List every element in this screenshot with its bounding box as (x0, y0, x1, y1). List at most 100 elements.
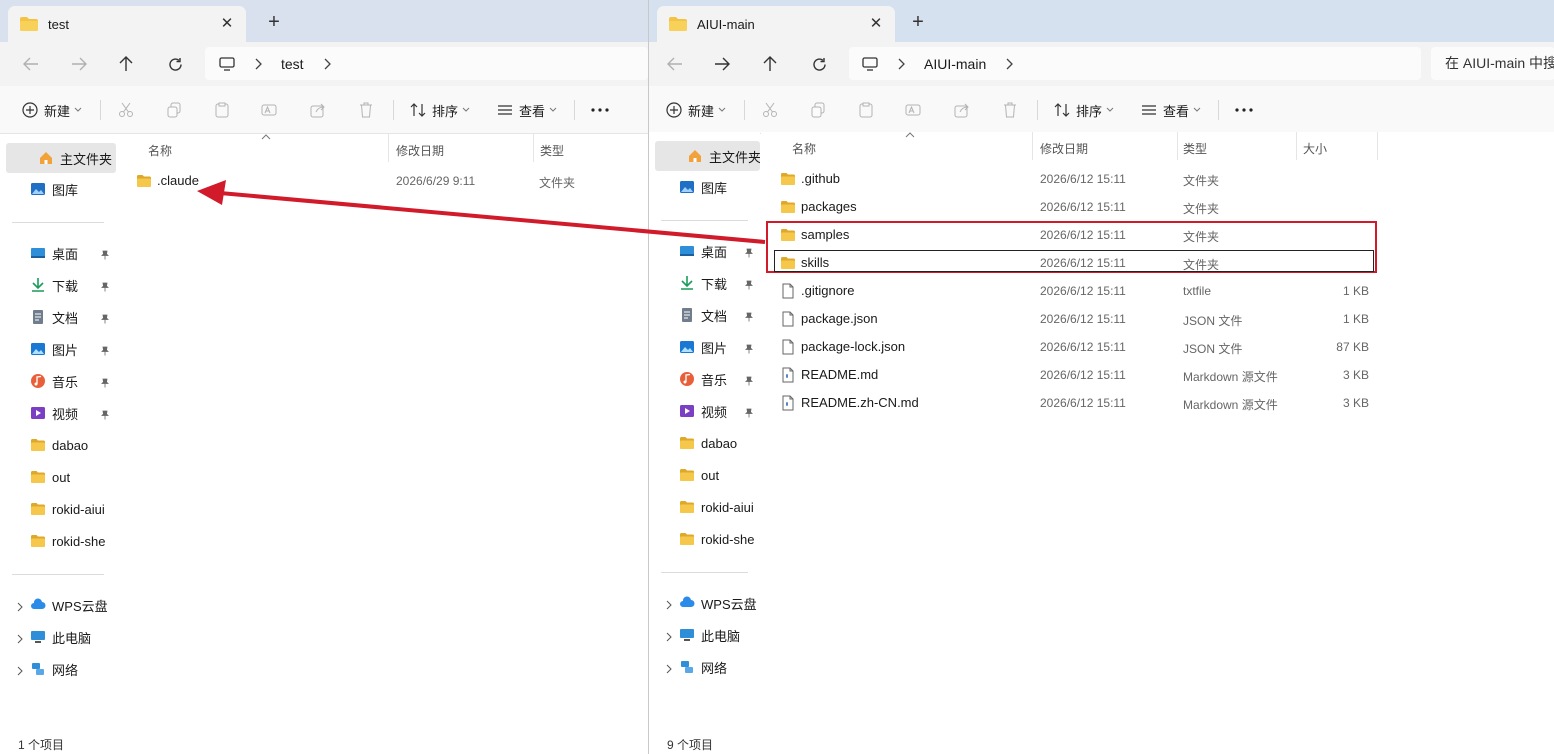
chevron-right-icon[interactable] (322, 57, 332, 71)
breadcrumb-test[interactable]: test (281, 56, 304, 72)
chevron-right-icon[interactable] (16, 600, 24, 612)
sidebar-item-folder[interactable]: rokid-aiui (679, 492, 758, 522)
column-header-modified[interactable]: 修改日期 (396, 142, 444, 159)
pin-icon[interactable] (100, 408, 110, 420)
forward-icon[interactable] (710, 52, 734, 76)
sort-button[interactable]: 排序 (1054, 98, 1114, 122)
sidebar-item-folder[interactable]: rokid-she (679, 524, 758, 554)
chevron-right-icon[interactable] (16, 632, 24, 644)
share-button[interactable] (310, 98, 326, 122)
back-icon[interactable] (19, 52, 43, 76)
delete-button[interactable] (1002, 98, 1018, 122)
sort-button[interactable]: 排序 (410, 98, 470, 122)
more-options-icon[interactable] (591, 98, 609, 122)
sidebar-item-folder[interactable]: out (679, 460, 758, 490)
rename-button[interactable] (905, 98, 921, 122)
pin-icon[interactable] (744, 310, 754, 322)
new-button[interactable]: 新建 (666, 98, 726, 122)
file-row[interactable]: README.zh-CN.md 2026/6/12 15:11 Markdown 源… (761, 390, 1377, 416)
sidebar-item-home[interactable]: 主文件夹 (655, 141, 760, 171)
file-row[interactable]: package.json 2026/6/12 15:11 JSON 文件 1 KB (761, 306, 1377, 332)
sidebar-item-documents[interactable]: 文档 (679, 300, 734, 330)
new-button[interactable]: 新建 (22, 98, 82, 122)
file-row[interactable]: .gitignore 2026/6/12 15:11 txtfile 1 KB (761, 278, 1377, 304)
copy-button[interactable] (810, 98, 826, 122)
sidebar-item-folder[interactable]: rokid-she (30, 526, 114, 556)
pin-icon[interactable] (100, 248, 110, 260)
sidebar-item-this-pc[interactable]: 此电脑 (679, 620, 758, 650)
more-options-icon[interactable] (1235, 98, 1253, 122)
search-input[interactable]: 在 AIUI-main 中搜 (1431, 47, 1554, 80)
column-header-type[interactable]: 类型 (540, 142, 564, 159)
sidebar-item-pictures[interactable]: 图片 (679, 332, 734, 362)
cut-button[interactable] (762, 98, 778, 122)
sidebar-item-documents[interactable]: 文档 (30, 302, 90, 332)
pin-icon[interactable] (744, 342, 754, 354)
delete-button[interactable] (358, 98, 374, 122)
column-header-name[interactable]: 名称 (148, 142, 172, 159)
file-row[interactable]: package-lock.json 2026/6/12 15:11 JSON 文件 8… (761, 334, 1377, 360)
sidebar-item-desktop[interactable]: 桌面 (30, 238, 90, 268)
up-icon[interactable] (114, 52, 138, 76)
sidebar-item-this-pc[interactable]: 此电脑 (30, 622, 114, 652)
file-row[interactable]: .claude 2026/6/29 9:11 文件夹 (117, 168, 637, 194)
sidebar-item-folder[interactable]: rokid-aiui (30, 494, 114, 524)
sidebar-item-home[interactable]: 主文件夹 (6, 143, 116, 173)
close-tab-icon[interactable]: ✕ (218, 15, 236, 33)
address-bar[interactable]: test (205, 47, 648, 80)
sidebar-item-wps-cloud[interactable]: WPS云盘 (679, 588, 758, 618)
chevron-right-icon[interactable] (665, 662, 673, 674)
chevron-right-icon[interactable] (16, 664, 24, 676)
pin-icon[interactable] (744, 374, 754, 386)
tab-aiui-main[interactable]: AIUI-main ✕ (657, 6, 895, 42)
rename-button[interactable] (261, 98, 277, 122)
pin-icon[interactable] (744, 246, 754, 258)
pin-icon[interactable] (744, 406, 754, 418)
column-header-size[interactable]: 大小 (1303, 140, 1327, 157)
sidebar-item-network[interactable]: 网络 (679, 652, 758, 682)
sidebar-item-downloads[interactable]: 下载 (679, 268, 734, 298)
refresh-icon[interactable] (163, 52, 187, 76)
pin-icon[interactable] (744, 278, 754, 290)
pin-icon[interactable] (100, 376, 110, 388)
sidebar-item-desktop[interactable]: 桌面 (679, 236, 734, 266)
sidebar-item-music[interactable]: 音乐 (679, 364, 734, 394)
refresh-icon[interactable] (807, 52, 831, 76)
forward-icon[interactable] (67, 52, 91, 76)
close-tab-icon[interactable]: ✕ (867, 15, 885, 33)
sidebar-item-folder[interactable]: dabao (30, 430, 114, 460)
chevron-right-icon[interactable] (665, 598, 673, 610)
column-header-name[interactable]: 名称 (792, 140, 816, 157)
up-icon[interactable] (758, 52, 782, 76)
copy-button[interactable] (166, 98, 182, 122)
sidebar-item-pictures[interactable]: 图片 (30, 334, 90, 364)
tab-test[interactable]: test ✕ (8, 6, 246, 42)
breadcrumb-aiui-main[interactable]: AIUI-main (924, 56, 986, 72)
pin-icon[interactable] (100, 280, 110, 292)
sidebar-item-wps-cloud[interactable]: WPS云盘 (30, 590, 114, 620)
sidebar-item-music[interactable]: 音乐 (30, 366, 90, 396)
file-row[interactable]: README.md 2026/6/12 15:11 Markdown 源文件 3 KB (761, 362, 1377, 388)
sidebar-item-videos[interactable]: 视频 (679, 396, 734, 426)
back-icon[interactable] (663, 52, 687, 76)
sidebar-item-gallery[interactable]: 图库 (30, 174, 114, 204)
sidebar-item-folder[interactable]: dabao (679, 428, 758, 458)
paste-button[interactable] (858, 98, 874, 122)
new-tab-icon[interactable]: + (264, 12, 284, 32)
pin-icon[interactable] (100, 312, 110, 324)
column-header-modified[interactable]: 修改日期 (1040, 140, 1088, 157)
chevron-right-icon[interactable] (1004, 57, 1014, 71)
sidebar-item-folder[interactable]: out (30, 462, 114, 492)
view-button[interactable]: 查看 (1141, 98, 1201, 122)
file-row[interactable]: .github 2026/6/12 15:11 文件夹 (761, 166, 1377, 192)
chevron-right-icon[interactable] (665, 630, 673, 642)
cut-button[interactable] (118, 98, 134, 122)
sidebar-item-gallery[interactable]: 图库 (679, 172, 758, 202)
sidebar-item-network[interactable]: 网络 (30, 654, 114, 684)
view-button[interactable]: 查看 (497, 98, 557, 122)
address-bar[interactable]: AIUI-main (849, 47, 1421, 80)
new-tab-icon[interactable]: + (908, 12, 928, 32)
pin-icon[interactable] (100, 344, 110, 356)
sidebar-item-videos[interactable]: 视频 (30, 398, 90, 428)
paste-button[interactable] (214, 98, 230, 122)
